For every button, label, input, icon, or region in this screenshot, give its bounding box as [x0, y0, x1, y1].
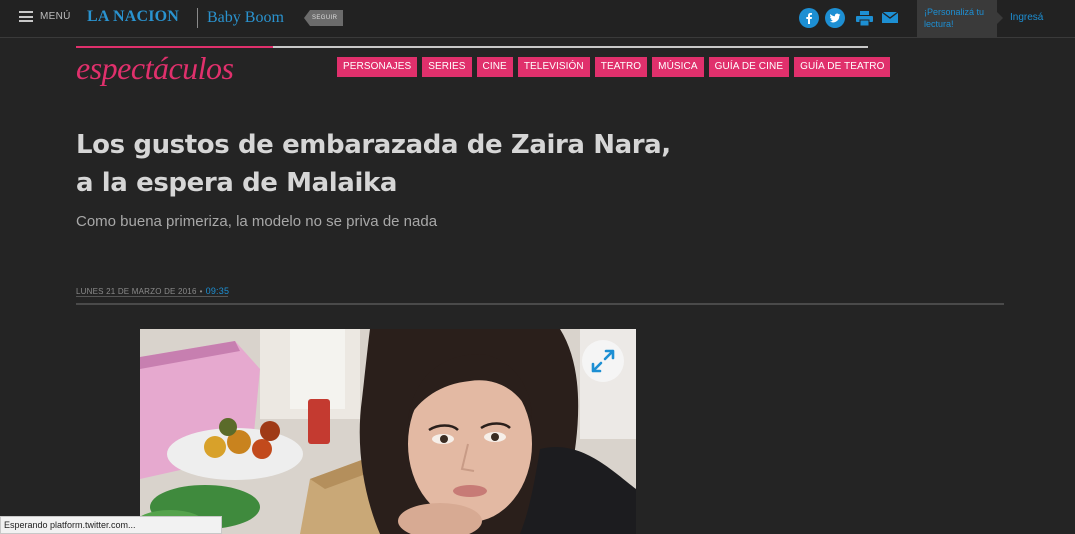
brand-divider	[197, 8, 198, 28]
nav-item-guia-de-cine[interactable]: GUÍA DE CINE	[708, 57, 790, 77]
nav-item-television[interactable]: TELEVISIÓN	[517, 57, 590, 77]
facebook-icon[interactable]	[799, 8, 819, 28]
section-nav: PERSONAJES SERIES CINE TELEVISIÓN TEATRO…	[337, 57, 891, 77]
expand-icon[interactable]	[582, 340, 624, 382]
section-brand[interactable]: Baby Boom	[207, 9, 284, 27]
nav-item-guia-de-teatro[interactable]: GUÍA DE TEATRO	[794, 57, 891, 77]
print-icon[interactable]	[856, 11, 873, 31]
site-logo[interactable]: LA NACION	[87, 8, 179, 26]
personalize-text: ¡Personalizá tu lectura!	[924, 7, 985, 29]
section-title[interactable]: espectáculos	[76, 50, 234, 87]
article-time: 09:35	[205, 286, 230, 296]
section-rule	[273, 46, 868, 48]
browser-status-bar: Esperando platform.twitter.com...	[0, 516, 222, 534]
menu-button[interactable]: MENÚ	[19, 11, 71, 22]
personalize-banner[interactable]: ¡Personalizá tu lectura!	[917, 0, 1003, 37]
menu-icon	[19, 11, 33, 22]
twitter-icon[interactable]	[825, 8, 845, 28]
article-divider	[76, 303, 1004, 305]
date-separator: •	[199, 287, 203, 296]
follow-button[interactable]: SEGUIR	[304, 10, 344, 26]
article-subheadline: Como buena primeriza, la modelo no se pr…	[76, 213, 438, 230]
article-headline: Los gustos de embarazada de Zaira Nara, …	[76, 130, 671, 198]
article-dateline: LUNES 21 DE MARZO DE 2016 • 09:35	[76, 286, 229, 296]
nav-item-teatro[interactable]: TEATRO	[594, 57, 648, 77]
mail-icon[interactable]	[881, 11, 899, 29]
personalize-arrow	[997, 12, 1003, 24]
nav-item-cine[interactable]: CINE	[476, 57, 513, 77]
article-photo[interactable]	[140, 329, 636, 534]
article-date: LUNES 21 DE MARZO DE 2016	[76, 287, 197, 296]
menu-label: MENÚ	[40, 11, 71, 22]
nav-item-personajes[interactable]: PERSONAJES	[337, 57, 418, 77]
nav-item-series[interactable]: SERIES	[422, 57, 472, 77]
dateline-underline	[76, 296, 228, 297]
section-accent-line	[76, 46, 273, 48]
top-bar: MENÚ LA NACION Baby Boom SEGUIR ¡Persona…	[0, 0, 1075, 38]
login-link[interactable]: Ingresá	[1010, 12, 1043, 23]
nav-item-musica[interactable]: MÚSICA	[652, 57, 704, 77]
